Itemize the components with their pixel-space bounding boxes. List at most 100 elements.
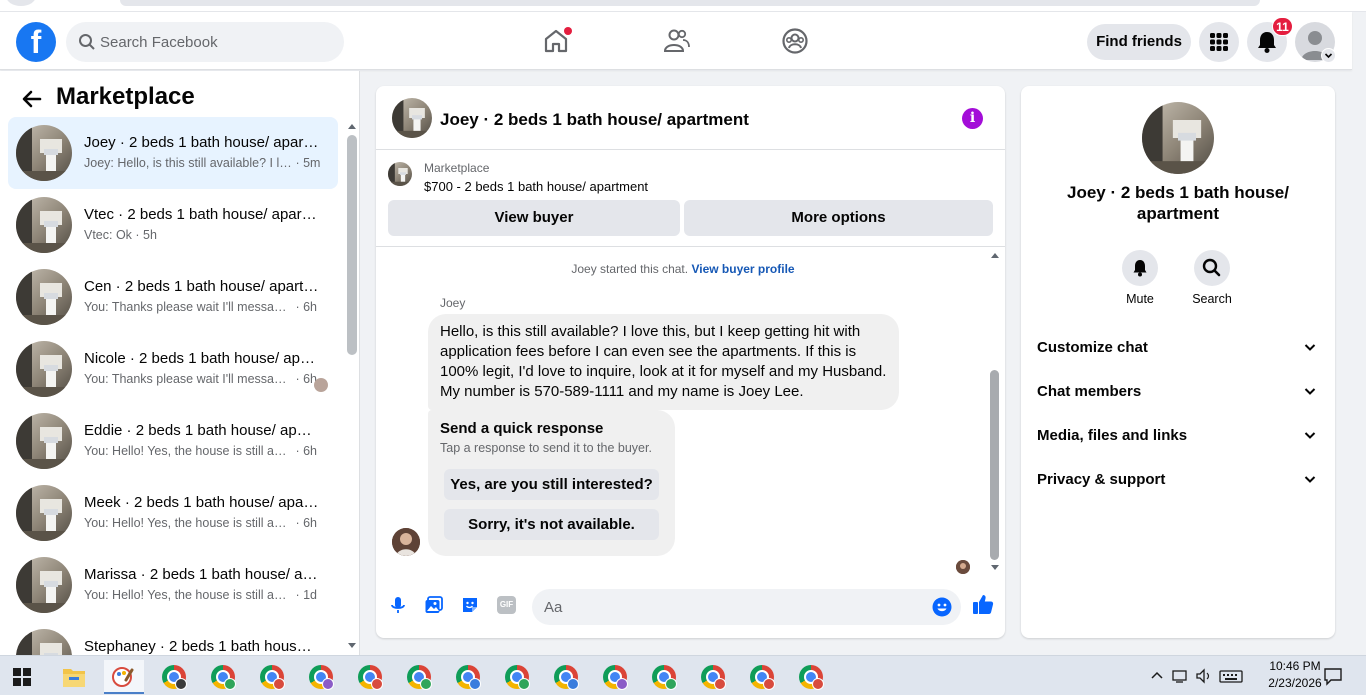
- find-friends-button[interactable]: Find friends: [1087, 24, 1191, 60]
- paint-icon: [112, 667, 134, 687]
- conversation-item[interactable]: Marissa · 2 beds 1 bath house/ apartment…: [8, 549, 338, 621]
- account-menu-caret[interactable]: [1321, 48, 1336, 63]
- image-icon[interactable]: [424, 595, 444, 615]
- sender-avatar[interactable]: [392, 528, 420, 556]
- listing-thumbnail[interactable]: [388, 162, 412, 186]
- chrome-taskbar-button[interactable]: [252, 660, 292, 694]
- info-section-row[interactable]: Privacy & support: [1037, 460, 1319, 500]
- menu-grid-icon: [1210, 33, 1228, 51]
- view-buyer-profile-link[interactable]: View buyer profile: [691, 262, 794, 276]
- conversation-info-panel: Joey · 2 beds 1 bath house/ apartment Mu…: [1021, 86, 1335, 638]
- chrome-taskbar-button[interactable]: [644, 660, 684, 694]
- file-explorer-taskbar-button[interactable]: [54, 660, 94, 694]
- info-section-row[interactable]: Chat members: [1037, 372, 1319, 412]
- message-composer: GIF: [376, 581, 1005, 638]
- browser-address-bar[interactable]: [120, 0, 1260, 6]
- conversation-item[interactable]: Eddie · 2 beds 1 bath house/ apartment Yo…: [8, 405, 338, 477]
- conversation-time: 6h: [303, 300, 318, 314]
- chat-avatar[interactable]: [392, 98, 432, 138]
- search-bar[interactable]: [66, 22, 344, 62]
- chrome-taskbar-button[interactable]: [301, 660, 341, 694]
- scroll-up-arrow[interactable]: [348, 124, 356, 129]
- scroll-down-arrow[interactable]: [348, 643, 356, 648]
- search-in-chat-button[interactable]: [1194, 250, 1230, 286]
- chat-title[interactable]: Joey · 2 beds 1 bath house/ apartment: [440, 110, 749, 130]
- info-section-label: Chat members: [1037, 383, 1142, 400]
- info-section-label: Customize chat: [1037, 339, 1148, 356]
- search-action[interactable]: Search: [1182, 250, 1242, 306]
- chat-scrollbar[interactable]: [990, 370, 999, 560]
- chrome-taskbar-button[interactable]: [546, 660, 586, 694]
- conversation-item[interactable]: Cen · 2 beds 1 bath house/ apartment You:…: [8, 261, 338, 333]
- conversation-list: Joey · 2 beds 1 bath house/ apartment Joe…: [8, 117, 338, 655]
- chat-scroll-up-arrow[interactable]: [991, 253, 999, 258]
- conversation-preview-text: You: Thanks please wait I'll message you: [84, 300, 292, 314]
- chevron-down-icon: [1304, 388, 1316, 395]
- windows-icon[interactable]: [12, 667, 32, 687]
- conversation-preview-text: You: Hello! Yes, the house is still avai…: [84, 516, 292, 530]
- page-title: Marketplace: [56, 83, 195, 110]
- chrome-taskbar-button[interactable]: [399, 660, 439, 694]
- search-icon: [1202, 258, 1221, 277]
- info-section-row[interactable]: Customize chat: [1037, 328, 1319, 368]
- chrome-taskbar-button[interactable]: [595, 660, 635, 694]
- gif-icon[interactable]: GIF: [497, 596, 516, 614]
- info-avatar[interactable]: [1142, 102, 1214, 174]
- conversation-name: Eddie · 2 beds 1 bath house/ apartment: [84, 422, 320, 439]
- message-input-field[interactable]: [532, 589, 961, 625]
- conversation-name: Stephaney · 2 beds 1 bath house/ apartme…: [84, 638, 320, 655]
- conversation-item[interactable]: Stephaney · 2 beds 1 bath house/ apartme…: [8, 621, 338, 655]
- conversation-item[interactable]: Nicole · 2 beds 1 bath house/ apartment Y…: [8, 333, 338, 405]
- listing-price[interactable]: $700 - 2 beds 1 bath house/ apartment: [424, 179, 648, 194]
- chrome-taskbar-button[interactable]: [791, 660, 831, 694]
- notification-center-icon[interactable]: [1323, 666, 1343, 686]
- chat-scroll-down-arrow[interactable]: [991, 565, 999, 570]
- mute-action[interactable]: Mute: [1110, 250, 1170, 306]
- quick-response-no-button[interactable]: Sorry, it's not available.: [444, 509, 659, 540]
- chrome-taskbar-button[interactable]: [742, 660, 782, 694]
- conversation-item[interactable]: Meek · 2 beds 1 bath house/ apartment You…: [8, 477, 338, 549]
- chrome-taskbar-button[interactable]: [154, 660, 194, 694]
- seen-indicator-avatar: [314, 378, 328, 392]
- message-bubble[interactable]: Hello, is this still available? I love t…: [428, 314, 899, 410]
- chrome-taskbar-button[interactable]: [350, 660, 390, 694]
- chrome-taskbar-button[interactable]: [448, 660, 488, 694]
- sidebar-scrollbar[interactable]: [347, 135, 357, 355]
- notification-count-badge: 11: [1272, 17, 1293, 36]
- search-input[interactable]: [100, 22, 330, 62]
- conversation-name: Joey · 2 beds 1 bath house/ apartment: [84, 134, 320, 151]
- menu-button[interactable]: [1199, 22, 1239, 62]
- conversation-time: 5m: [303, 156, 321, 170]
- conversation-item[interactable]: Joey · 2 beds 1 bath house/ apartment Joe…: [8, 117, 338, 189]
- quick-response-title: Send a quick response: [440, 420, 604, 437]
- view-buyer-button[interactable]: View buyer: [388, 200, 680, 236]
- conversation-thumbnail: [16, 629, 72, 655]
- chrome-taskbar-button[interactable]: [693, 660, 733, 694]
- info-section-row[interactable]: Media, files and links: [1037, 416, 1319, 456]
- message-input[interactable]: [544, 589, 924, 625]
- chrome-taskbar-button[interactable]: [497, 660, 537, 694]
- sticker-icon[interactable]: [460, 595, 480, 615]
- emoji-icon[interactable]: [932, 597, 952, 617]
- back-arrow-icon[interactable]: [20, 87, 44, 111]
- conversation-item[interactable]: Vtec · 2 beds 1 bath house/ apartment Vte…: [8, 189, 338, 261]
- groups-icon[interactable]: [780, 26, 810, 56]
- quick-response-yes-button[interactable]: Yes, are you still interested?: [444, 469, 659, 500]
- microphone-icon[interactable]: [388, 595, 408, 615]
- chrome-icon: [505, 665, 530, 690]
- paint-taskbar-button[interactable]: [104, 660, 144, 694]
- more-options-button[interactable]: More options: [684, 200, 993, 236]
- home-notification-dot: [564, 27, 572, 35]
- info-icon[interactable]: i: [962, 108, 983, 129]
- like-icon[interactable]: [972, 593, 994, 615]
- chrome-taskbar-button[interactable]: [203, 660, 243, 694]
- system-tray-icons[interactable]: [1150, 666, 1245, 686]
- info-section-label: Media, files and links: [1037, 427, 1188, 444]
- facebook-logo[interactable]: f: [16, 22, 56, 62]
- chrome-icon: [162, 665, 187, 690]
- conversation-thumbnail: [16, 197, 72, 253]
- mute-button[interactable]: [1122, 250, 1158, 286]
- chrome-icon: [211, 665, 236, 690]
- friends-icon[interactable]: [661, 26, 691, 56]
- conversation-preview: You: Thanks please wait I'll message you…: [84, 372, 320, 386]
